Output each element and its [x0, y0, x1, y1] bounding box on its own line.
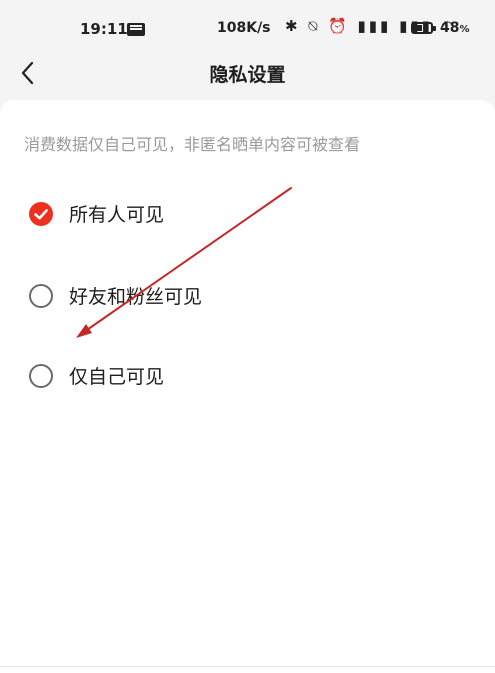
page-title: 隐私设置 — [209, 64, 286, 86]
battery-tip — [433, 26, 436, 31]
battery-icon — [411, 22, 433, 34]
radio-unchecked-icon — [29, 284, 53, 308]
option-friends-fans-visible[interactable]: 好友和粉丝可见 — [0, 268, 495, 324]
battery-fill — [414, 25, 422, 31]
radio-unchecked-icon — [29, 364, 53, 388]
privacy-settings-panel: 消费数据仅自己可见，非匿名晒单内容可被查看 所有人可见 好友和粉丝可见 仅自己可… — [0, 100, 495, 673]
option-label: 好友和粉丝可见 — [69, 286, 203, 308]
message-notification-icon — [127, 23, 145, 36]
battery-percent: 48% — [440, 20, 470, 36]
network-speed: 108K/s — [217, 20, 271, 36]
radio-checked-icon — [29, 202, 53, 226]
option-everyone-visible[interactable]: 所有人可见 — [0, 186, 495, 242]
option-only-me-visible[interactable]: 仅自己可见 — [0, 348, 495, 404]
option-label: 仅自己可见 — [69, 366, 165, 388]
option-label: 所有人可见 — [69, 204, 165, 226]
privacy-hint: 消费数据仅自己可见，非匿名晒单内容可被查看 — [24, 135, 361, 154]
navigation-bar: 隐私设置 — [0, 50, 495, 96]
status-time: 19:11 — [80, 20, 128, 38]
bottom-divider — [0, 666, 495, 667]
status-bar: 19:11 108K/s ✱ ⍉ ⏰ ▮▮▮ ▮▮▮ ◠ 48% — [0, 0, 495, 50]
